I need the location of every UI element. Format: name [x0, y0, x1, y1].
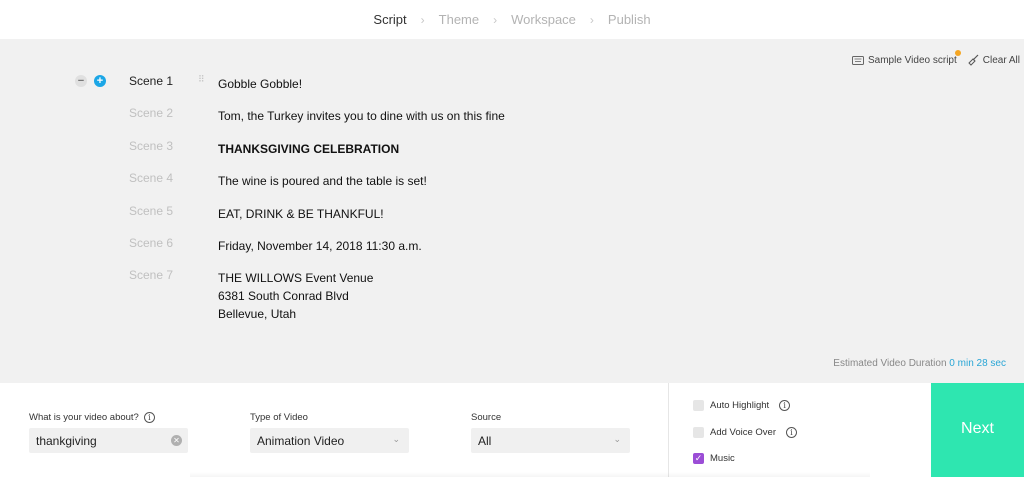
remove-scene-button[interactable]: − — [75, 75, 87, 87]
scene-label-4[interactable]: Scene 4 — [129, 171, 173, 185]
source-value: All — [478, 433, 492, 448]
divider — [668, 383, 669, 477]
scene-label-5[interactable]: Scene 5 — [129, 204, 173, 218]
source-select[interactable]: All ⌄ — [471, 428, 630, 453]
clear-all-label: Clear All — [982, 54, 1020, 66]
scene-text-5[interactable]: EAT, DRINK & BE THANKFUL! — [218, 205, 384, 223]
scene-text-line: THE WILLOWS Event Venue — [218, 271, 374, 285]
script-editor: Sample Video script Clear All − + Scene … — [0, 39, 1024, 383]
auto-highlight-label: Auto Highlight — [710, 400, 770, 411]
auto-highlight-option[interactable]: Auto Highlight i — [693, 400, 791, 411]
video-topic-value: thankgiving — [36, 433, 97, 448]
scene-label-2[interactable]: Scene 2 — [129, 106, 173, 120]
video-type-value: Animation Video — [257, 433, 345, 448]
about-field-label: What is your video about? i — [29, 412, 155, 423]
info-icon[interactable]: i — [786, 427, 798, 438]
music-checkbox[interactable]: ✓ — [693, 453, 704, 464]
scene-label-7[interactable]: Scene 7 — [129, 268, 173, 282]
type-label-text: Type of Video — [250, 412, 308, 423]
sample-video-script-button[interactable]: Sample Video script — [852, 49, 961, 66]
clear-input-icon[interactable]: ✕ — [171, 435, 182, 446]
scene-label-6[interactable]: Scene 6 — [129, 236, 173, 250]
info-icon[interactable]: i — [143, 412, 155, 423]
broom-icon — [968, 54, 979, 66]
editor-toolbar: Sample Video script Clear All — [852, 49, 1020, 66]
next-button[interactable]: Next — [931, 383, 1024, 477]
step-script[interactable]: Script — [363, 12, 416, 27]
chevron-right-icon: › — [589, 12, 594, 27]
voice-over-label: Add Voice Over — [710, 427, 777, 438]
chevron-right-icon: › — [493, 12, 498, 27]
chevron-down-icon: ⌄ — [613, 434, 621, 444]
notification-dot — [954, 49, 961, 56]
scene-text-line: Bellevue, Utah — [218, 307, 297, 321]
video-type-select[interactable]: Animation Video ⌄ — [250, 428, 409, 453]
drag-handle-icon[interactable]: ⠿ — [198, 75, 206, 88]
scene-label-1[interactable]: Scene 1 — [129, 74, 173, 88]
panel-shadow — [190, 472, 870, 477]
sample-video-script-label: Sample Video script — [868, 54, 957, 66]
duration-value: 0 min 28 sec — [949, 358, 1006, 369]
scene-text-4[interactable]: The wine is poured and the table is set! — [218, 172, 427, 190]
scene-text-2[interactable]: Tom, the Turkey invites you to dine with… — [218, 107, 505, 125]
duration-label: Estimated Video Duration — [833, 358, 947, 369]
step-theme[interactable]: Theme — [429, 12, 489, 27]
chevron-right-icon: › — [420, 12, 425, 27]
video-settings-panel: What is your video about? i thankgiving … — [0, 383, 1024, 477]
scene-text-3[interactable]: THANKSGIVING CELEBRATION — [218, 140, 399, 158]
step-navigation: Script › Theme › Workspace › Publish — [0, 0, 1024, 39]
music-option[interactable]: ✓ Music — [693, 453, 735, 464]
scene-text-1[interactable]: Gobble Gobble! — [218, 75, 302, 93]
clear-all-button[interactable]: Clear All — [967, 54, 1020, 66]
voice-over-checkbox[interactable] — [693, 427, 704, 438]
scene-text-7[interactable]: THE WILLOWS Event Venue 6381 South Conra… — [218, 269, 373, 323]
scene-text-6[interactable]: Friday, November 14, 2018 11:30 a.m. — [218, 237, 422, 255]
add-scene-button[interactable]: + — [94, 75, 106, 87]
voice-over-option[interactable]: Add Voice Over i — [693, 427, 798, 438]
source-label-text: Source — [471, 412, 502, 423]
estimated-duration: Estimated Video Duration 0 min 28 sec — [833, 358, 1006, 369]
about-label-text: What is your video about? — [29, 412, 139, 423]
auto-highlight-checkbox[interactable] — [693, 400, 704, 411]
type-field-label: Type of Video — [250, 412, 308, 423]
video-topic-input[interactable]: thankgiving ✕ — [29, 428, 188, 453]
scene-text-line: 6381 South Conrad Blvd — [218, 289, 349, 303]
scene-controls: − + — [75, 75, 106, 87]
info-icon[interactable]: i — [779, 400, 791, 411]
step-publish[interactable]: Publish — [598, 12, 661, 27]
keyboard-icon — [852, 55, 864, 65]
music-label: Music — [710, 453, 735, 464]
scene-label-3[interactable]: Scene 3 — [129, 139, 173, 153]
step-workspace[interactable]: Workspace — [501, 12, 586, 27]
chevron-down-icon: ⌄ — [392, 434, 400, 444]
source-field-label: Source — [471, 412, 501, 423]
